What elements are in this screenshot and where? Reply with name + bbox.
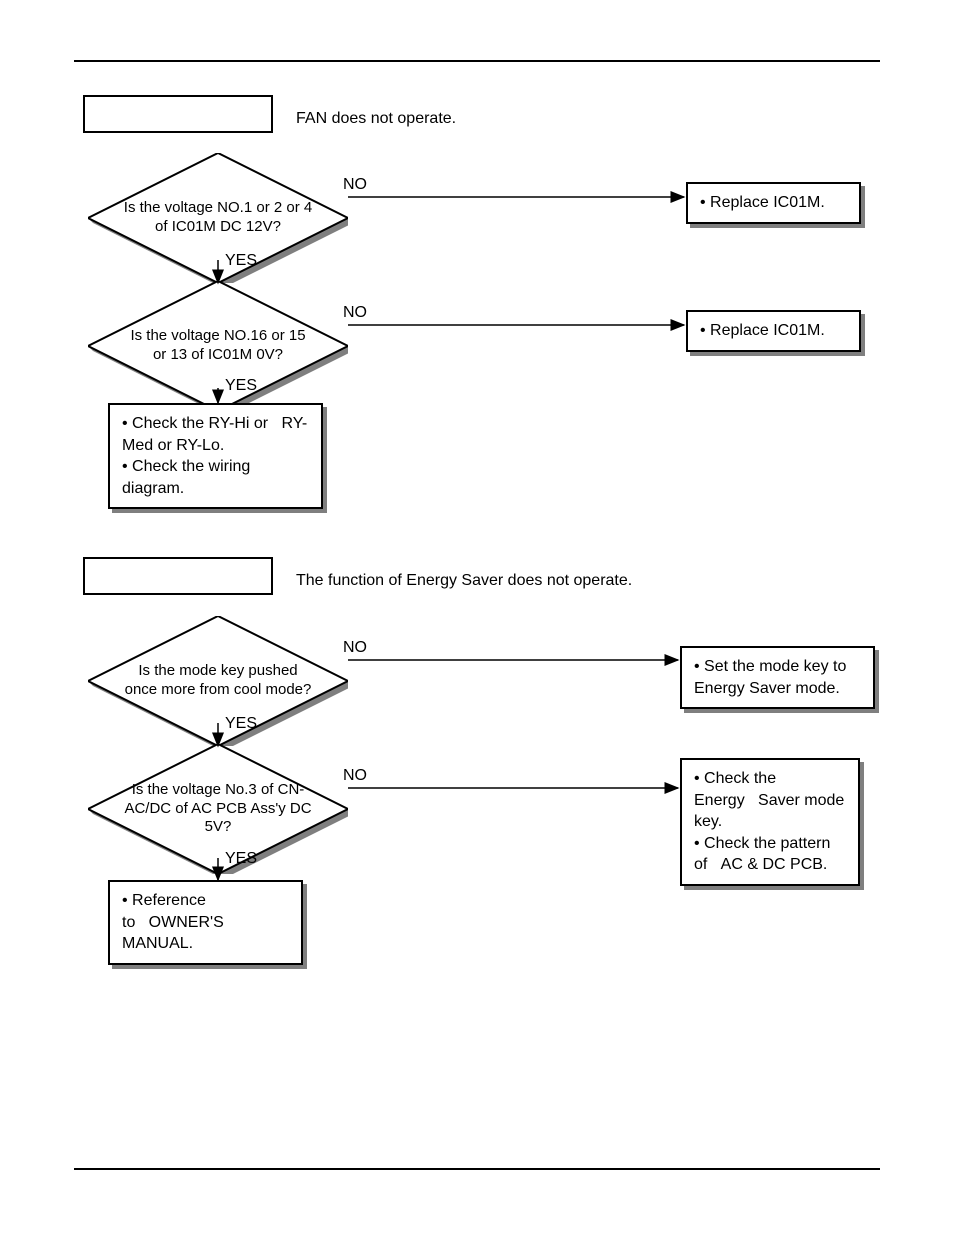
bottom-rule bbox=[74, 1168, 880, 1170]
label-yes-3: YES bbox=[225, 715, 257, 733]
page: FAN does not operate. Is the voltage NO.… bbox=[0, 0, 954, 1243]
label-yes-4: YES bbox=[225, 850, 257, 868]
label-no-3: NO bbox=[343, 639, 367, 657]
connectors-2 bbox=[0, 0, 954, 950]
label-no-4: NO bbox=[343, 767, 367, 785]
